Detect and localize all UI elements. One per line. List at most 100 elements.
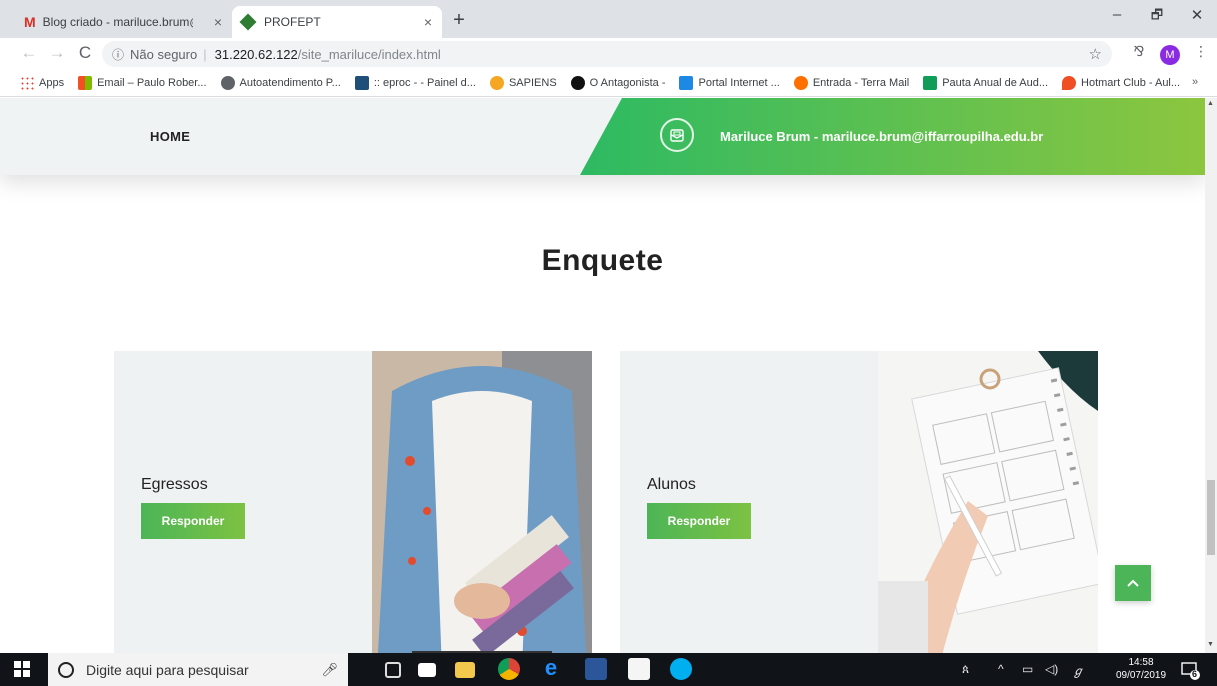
student-photo (372, 351, 592, 653)
tab-title: PROFEPT (263, 15, 321, 29)
page-title: Enquete (541, 244, 664, 277)
email-icon (660, 118, 694, 152)
bookmark-item[interactable]: Hotmart Club - Aul... (1062, 76, 1180, 90)
microphone-icon[interactable]: 🎤︎ (321, 662, 338, 678)
bookmark-item[interactable]: :: eproc - - Painel d... (354, 76, 476, 90)
volume-icon[interactable]: ◁) (1045, 662, 1058, 676)
bookmark-item[interactable]: Portal Internet ... (679, 76, 780, 90)
bookmark-label: Entrada - Terra Mail (812, 77, 910, 89)
window-close-button[interactable]: ✕ (1177, 6, 1217, 24)
task-view-icon[interactable] (385, 662, 401, 678)
people-icon[interactable]: ጰ (962, 662, 969, 677)
address-bar[interactable]: ⓘ Não seguro | 31.220.62.122 /site_maril… (102, 41, 1112, 67)
portal-icon (679, 76, 694, 90)
terra-icon (793, 76, 808, 90)
clock-time: 14:58 (1128, 657, 1154, 668)
responder-button[interactable]: Responder (141, 503, 245, 539)
clock-date: 09/07/2019 (1115, 670, 1167, 681)
planner-photo (878, 351, 1098, 653)
bookmark-label: :: eproc - - Painel d... (373, 77, 476, 89)
gmail-icon: M (24, 14, 36, 30)
browser-toolbar: ← → C ⓘ Não seguro | 31.220.62.122 /site… (0, 38, 1217, 70)
chrome-icon[interactable] (498, 658, 520, 680)
windows-start-icon[interactable] (14, 661, 30, 682)
globe-icon (220, 76, 235, 90)
mail-app-icon[interactable] (418, 663, 436, 677)
scroll-down-icon[interactable]: ▼ (1207, 641, 1214, 648)
scroll-thumb[interactable] (1207, 480, 1215, 555)
card-label: Alunos (647, 476, 696, 493)
skype-icon[interactable] (670, 658, 692, 680)
star-icon[interactable]: ☆ (1089, 45, 1102, 63)
tab-close-icon[interactable]: × (214, 14, 222, 30)
edge-icon[interactable]: e (540, 657, 562, 680)
bookmark-item[interactable]: Pauta Anual de Aud... (923, 76, 1048, 90)
divider: | (203, 46, 207, 62)
profile-avatar[interactable]: M (1160, 45, 1180, 65)
bookmark-label: Email – Paulo Rober... (97, 77, 207, 89)
notification-center-icon[interactable]: 6 (1180, 660, 1200, 680)
chevron-up-icon (1127, 579, 1139, 587)
menu-kebab-icon[interactable]: ⋮ (1190, 43, 1212, 60)
survey-card-egressos: Egressos Responder (114, 351, 592, 653)
eproc-icon (354, 76, 369, 90)
maximize-button[interactable]: 🗗 (1137, 6, 1177, 28)
system-clock[interactable]: 14:58 09/07/2019 (1115, 656, 1167, 682)
cortana-icon (58, 661, 74, 678)
bookmark-item[interactable]: Autoatendimento P... (220, 76, 341, 90)
card-label: Egressos (141, 476, 208, 493)
bookmark-label: Apps (39, 77, 65, 89)
minimize-button[interactable]: – (1097, 6, 1137, 23)
bookmark-label: Hotmart Club - Aul... (1081, 77, 1181, 89)
chevron-up-icon[interactable]: ^ (998, 662, 1004, 676)
security-label: Não seguro (130, 46, 198, 62)
tab-title: Blog criado - mariluce.brum@iffa (42, 15, 193, 29)
file-explorer-icon[interactable] (455, 662, 475, 678)
back-arrow-icon[interactable]: ← (18, 42, 40, 64)
info-icon: ⓘ (112, 47, 125, 62)
windows-taskbar: Digite aqui para pesquisar 🎤︎ e ጰ ^ ▭ ◁)… (0, 653, 1217, 686)
sapiens-icon (489, 76, 504, 90)
battery-icon[interactable]: ▭ (1022, 662, 1033, 676)
notification-count: 6 (1192, 669, 1198, 679)
bookmark-item[interactable]: Entrada - Terra Mail (793, 76, 910, 90)
browser-tab-strip: M Blog criado - mariluce.brum@iffa × PRO… (0, 0, 1217, 38)
bookmarks-bar: Apps Email – Paulo Rober... Autoatendime… (0, 70, 1217, 97)
bookmark-label: Autoatendimento P... (239, 77, 341, 89)
bookmark-label: O Antagonista - (589, 77, 666, 89)
antagonista-icon (570, 76, 585, 90)
tab-gmail[interactable]: M Blog criado - mariluce.brum@iffa × (14, 6, 232, 38)
responder-button[interactable]: Responder (647, 503, 751, 539)
taskbar-search-input[interactable]: Digite aqui para pesquisar 🎤︎ (48, 653, 348, 686)
extension-icon[interactable]: ⅋ (1128, 43, 1150, 60)
page-scrollbar[interactable]: ▲ ▼ (1205, 98, 1217, 653)
pen-icon[interactable]: ℊ (1072, 662, 1084, 679)
store-icon[interactable] (628, 658, 650, 680)
bookmark-label: Pauta Anual de Aud... (942, 77, 1049, 89)
page-viewport: HOME Mariluce Brum - mariluce.brum@iffar… (0, 98, 1205, 653)
bookmark-item[interactable]: SAPIENS (489, 76, 557, 90)
bookmark-item[interactable]: Email – Paulo Rober... (78, 76, 207, 90)
forward-arrow-icon[interactable]: → (46, 42, 68, 64)
new-tab-button[interactable]: + (446, 8, 472, 34)
bookmark-label: SAPIENS (508, 77, 557, 89)
sheets-icon (923, 76, 938, 90)
diamond-icon (239, 13, 257, 31)
url-path: /site_mariluce/index.html (297, 46, 441, 62)
bookmarks-overflow-button[interactable]: » (1192, 76, 1198, 88)
url-host: 31.220.62.122 (214, 46, 298, 62)
tab-close-icon[interactable]: × (424, 14, 432, 30)
contact-email[interactable]: Mariluce Brum - mariluce.brum@iffarroupi… (720, 129, 1043, 144)
site-header: HOME Mariluce Brum - mariluce.brum@iffar… (0, 98, 1205, 175)
bookmark-item[interactable]: O Antagonista - (570, 76, 666, 90)
tab-profept[interactable]: PROFEPT × (232, 6, 442, 38)
bookmark-label: Portal Internet ... (698, 77, 780, 89)
word-icon[interactable] (585, 658, 607, 680)
back-to-top-button[interactable] (1115, 565, 1151, 601)
survey-card-alunos: Alunos Responder (620, 351, 1098, 653)
nav-home-link[interactable]: HOME (150, 129, 190, 144)
bookmark-item[interactable]: Apps (20, 76, 64, 90)
apps-grid-icon (20, 76, 34, 90)
scroll-up-icon[interactable]: ▲ (1207, 100, 1214, 107)
reload-icon[interactable]: C (74, 42, 96, 64)
